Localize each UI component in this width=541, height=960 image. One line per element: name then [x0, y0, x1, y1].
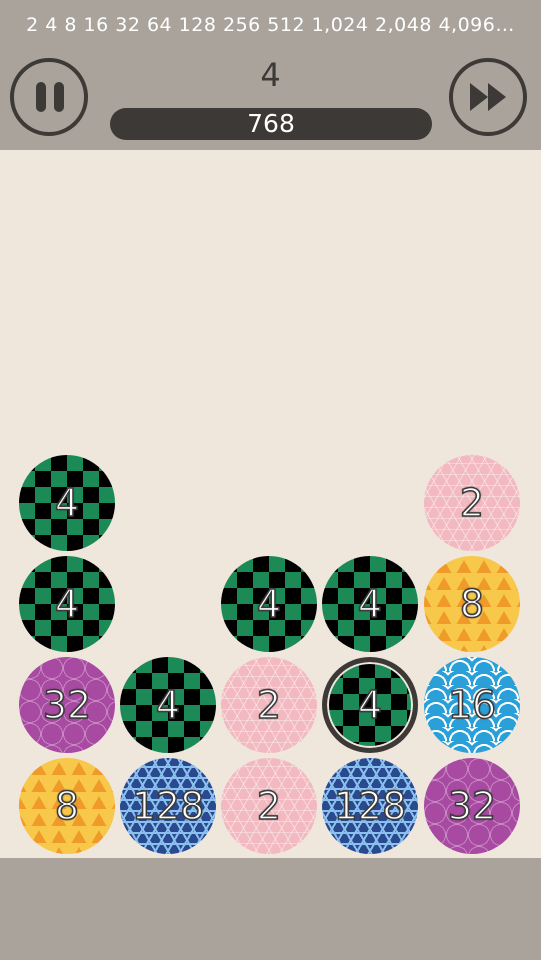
- ball-16[interactable]: 16: [424, 657, 520, 753]
- ball-4[interactable]: 4: [221, 556, 317, 652]
- ball-value: 2: [256, 783, 282, 829]
- ball-value: 32: [42, 682, 92, 728]
- ball-value: 2: [459, 480, 485, 526]
- fast-forward-button[interactable]: [449, 58, 527, 136]
- ball-8[interactable]: 8: [19, 758, 115, 854]
- ball-value: 8: [459, 581, 485, 627]
- bottom-bar: [0, 858, 541, 960]
- ball-4[interactable]: 4: [19, 455, 115, 551]
- ball-8[interactable]: 8: [424, 556, 520, 652]
- ball-2[interactable]: 2: [221, 758, 317, 854]
- game-board[interactable]: 4 2 4 4 4 8 32 4 2 4 16 8 128 2 128 32: [0, 150, 541, 858]
- ball-4[interactable]: 4: [19, 556, 115, 652]
- ball-32[interactable]: 32: [19, 657, 115, 753]
- ball-value: 2: [256, 682, 282, 728]
- ball-value: 4: [357, 682, 383, 728]
- ball-value: 4: [357, 581, 383, 627]
- ball-4[interactable]: 4: [322, 556, 418, 652]
- score-value: 768: [247, 109, 295, 138]
- ball-value: 4: [256, 581, 282, 627]
- value-sequence: 2 4 8 16 32 64 128 256 512 1,024 2,048 4…: [26, 14, 515, 36]
- ball-4-selected[interactable]: 4: [322, 657, 418, 753]
- ball-value: 8: [54, 783, 80, 829]
- ball-value: 4: [155, 682, 181, 728]
- ball-128[interactable]: 128: [322, 758, 418, 854]
- ball-2[interactable]: 2: [221, 657, 317, 753]
- ball-value: 128: [333, 783, 407, 829]
- top-bar: 2 4 8 16 32 64 128 256 512 1,024 2,048 4…: [0, 0, 541, 150]
- ball-value: 32: [447, 783, 497, 829]
- ball-4[interactable]: 4: [120, 657, 216, 753]
- score-bar: 768: [110, 108, 432, 140]
- ball-value: 4: [54, 480, 80, 526]
- ball-2[interactable]: 2: [424, 455, 520, 551]
- ball-128[interactable]: 128: [120, 758, 216, 854]
- ball-value: 4: [54, 581, 80, 627]
- ball-value: 16: [447, 682, 497, 728]
- ball-value: 128: [131, 783, 205, 829]
- ball-32[interactable]: 32: [424, 758, 520, 854]
